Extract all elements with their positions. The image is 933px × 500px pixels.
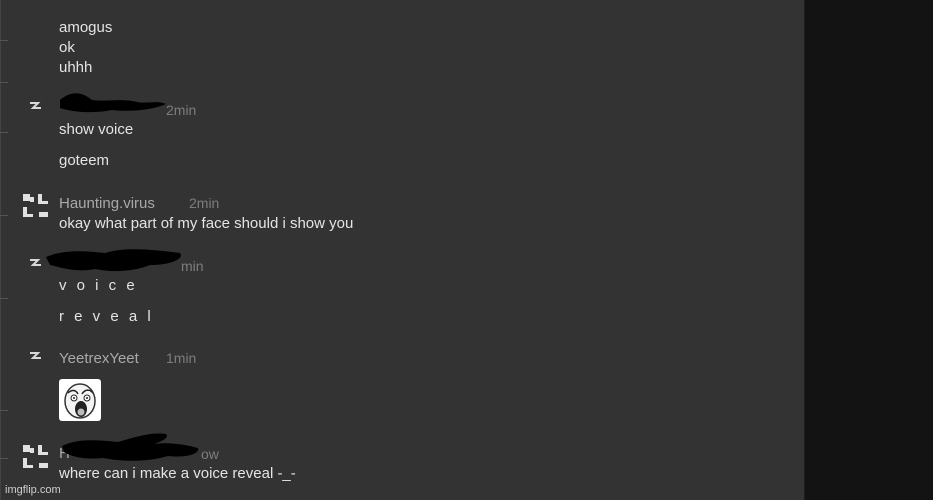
avatar[interactable] — [22, 350, 50, 376]
gutter-tick — [0, 82, 8, 83]
redaction-scribble — [62, 433, 199, 461]
gutter-tick — [0, 458, 8, 459]
message-text: amogus — [59, 19, 113, 36]
username[interactable]: Haunting.virus — [59, 195, 155, 213]
bolt-avatar-icon — [30, 352, 41, 359]
block-avatar-icon — [23, 194, 48, 217]
message-text: r e v e a l — [59, 308, 154, 325]
gutter-tick — [0, 40, 8, 41]
chat-panel: amogus ok uhhh 2min show voice goteem Ha… — [0, 0, 805, 500]
timestamp: 2min — [189, 195, 220, 211]
timestamp: 1min — [166, 350, 197, 366]
message-text: v o i c e — [59, 277, 138, 294]
message-text: okay what part of my face should i show … — [59, 215, 354, 232]
gutter-tick — [0, 215, 8, 216]
message-text: ok — [59, 39, 75, 56]
gutter-tick — [0, 132, 8, 133]
message-text: where can i make a voice reveal -_- — [59, 465, 296, 482]
watermark: imgflip.com — [5, 484, 61, 496]
message-text: uhhh — [59, 59, 93, 76]
left-gutter — [0, 0, 1, 500]
meme-face-icon[interactable] — [59, 379, 101, 421]
message-text: goteem — [59, 152, 110, 169]
gutter-tick — [0, 298, 8, 299]
redaction-scribble — [46, 249, 181, 272]
redaction-scribble — [60, 93, 166, 113]
message-text: show voice — [59, 121, 134, 138]
avatar[interactable] — [22, 444, 50, 470]
gutter-tick — [0, 410, 8, 411]
username[interactable]: YeetrexYeet — [59, 350, 139, 368]
avatar[interactable] — [22, 100, 50, 126]
bolt-avatar-icon — [30, 102, 41, 109]
block-avatar-icon — [23, 445, 48, 468]
side-panel — [805, 0, 933, 500]
avatar[interactable] — [22, 193, 50, 219]
timestamp: 2min — [166, 102, 197, 118]
